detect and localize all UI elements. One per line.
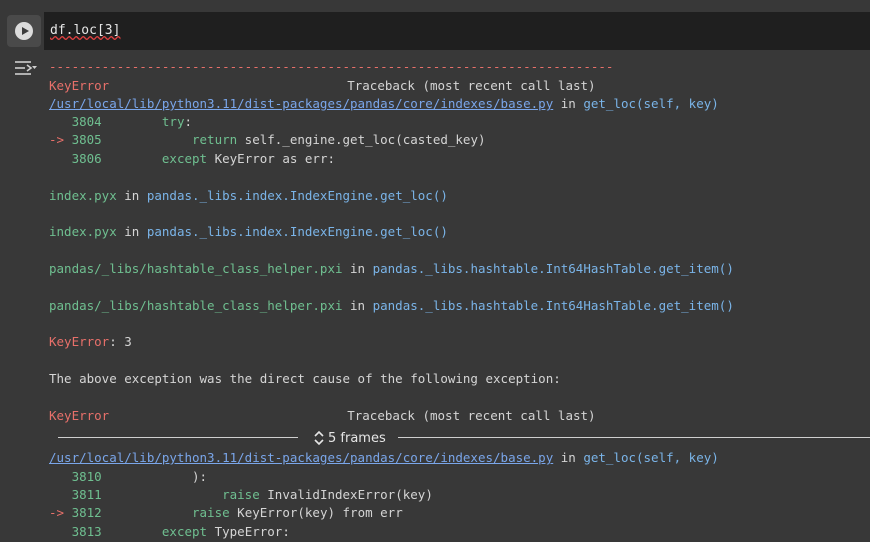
code-line: 3811 raise InvalidIndexError(key): [71, 487, 433, 502]
expand-chevrons-icon: [314, 430, 324, 446]
frame-line: index.pyx in pandas._libs.index.IndexEng…: [49, 224, 448, 239]
code-text[interactable]: df.loc[3]: [50, 23, 120, 38]
cause-message: The above exception was the direct cause…: [49, 371, 561, 386]
traceback-label: Traceback (most recent call last): [347, 78, 596, 93]
top-strip: [0, 0, 870, 11]
frames-label[interactable]: 5 frames: [314, 429, 386, 447]
error-name: KeyError: [49, 78, 110, 93]
frame-header: /usr/local/lib/python3.11/dist-packages/…: [49, 96, 719, 111]
frame-line: pandas/_libs/hashtable_class_helper.pxi …: [49, 298, 734, 313]
traceback-header: KeyError Traceback (most recent call last…: [49, 407, 596, 425]
code-line: 3813 except TypeError:: [71, 524, 290, 539]
dash-line: ----------------------------------------…: [49, 59, 614, 74]
code-line: 3806 except KeyError as err:: [71, 151, 335, 166]
code-line: 3810 ):: [71, 469, 208, 484]
function-signature: get_loc(self, key): [583, 450, 719, 465]
file-link[interactable]: /usr/local/lib/python3.11/dist-packages/…: [49, 96, 553, 111]
traceback-label: Traceback (most recent call last): [347, 408, 596, 423]
collapsed-frames-toggle[interactable]: 5 frames: [58, 429, 870, 447]
divider: [58, 437, 298, 438]
frame-header: /usr/local/lib/python3.11/dist-packages/…: [49, 450, 719, 465]
run-cell-button[interactable]: [7, 15, 41, 47]
code-editor[interactable]: [44, 12, 870, 50]
file-link[interactable]: /usr/local/lib/python3.11/dist-packages/…: [49, 450, 553, 465]
code-line-current: -> 3805 return self._engine.get_loc(cast…: [49, 132, 486, 147]
code-line: 3804 try:: [71, 114, 193, 129]
play-icon: [15, 22, 33, 40]
function-signature: get_loc(self, key): [583, 96, 719, 111]
code-line-current: -> 3812 raise KeyError(key) from err: [49, 505, 403, 520]
frame-line: index.pyx in pandas._libs.index.IndexEng…: [49, 188, 448, 203]
traceback-header: KeyError Traceback (most recent call last…: [49, 77, 596, 95]
final-error: KeyError: 3: [49, 334, 132, 349]
output-actions-icon[interactable]: [13, 59, 37, 77]
frame-line: pandas/_libs/hashtable_class_helper.pxi …: [49, 261, 734, 276]
error-name: KeyError: [49, 408, 110, 423]
divider: [398, 437, 870, 438]
